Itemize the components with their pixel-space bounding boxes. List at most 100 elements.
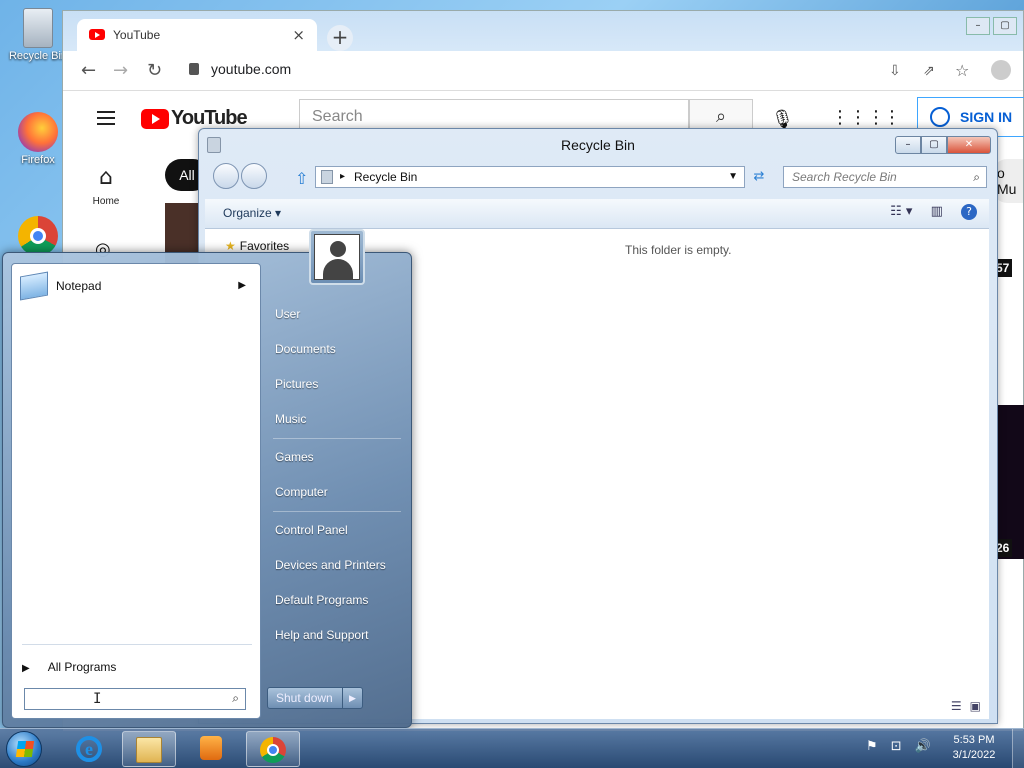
reload-icon[interactable]: ↻ — [147, 60, 162, 81]
chrome-icon — [260, 737, 286, 763]
divider — [273, 511, 401, 512]
all-programs-button[interactable]: ▶ All Programs — [22, 660, 116, 674]
clock[interactable]: 5:53 PM 3/1/2022 — [944, 733, 1004, 763]
preview-pane-icon[interactable]: ▥ — [931, 204, 943, 219]
recycle-bin-icon — [23, 8, 53, 48]
start-link-documents[interactable]: Documents — [275, 342, 336, 356]
user-avatar[interactable] — [309, 229, 365, 285]
back-icon[interactable]: ← — [81, 60, 96, 81]
taskbar-chrome[interactable] — [246, 731, 300, 767]
desktop-icon-recycle-bin[interactable]: Recycle Bin — [6, 8, 70, 62]
menu-icon[interactable] — [97, 111, 115, 129]
microphone-icon[interactable]: 🎙 — [771, 109, 794, 130]
browser-toolbar: ← → ↻ youtube.com ⇩ ⇗ ☆ — [63, 51, 1023, 91]
start-link-user[interactable]: User — [275, 307, 300, 321]
nav-favorites[interactable]: ★ Favorites — [225, 239, 289, 253]
program-item-notepad[interactable]: Notepad ▶ — [16, 271, 256, 301]
clock-time: 5:53 PM — [953, 734, 995, 746]
large-icons-view-icon[interactable]: ▣ — [970, 699, 981, 713]
action-center-flag-icon[interactable]: ⚑ — [866, 739, 878, 754]
youtube-wordmark: YouTube — [171, 107, 248, 129]
arrow-icon: ▶ — [22, 663, 30, 674]
refresh-icon[interactable]: ⇄ — [749, 167, 769, 187]
recycle-bin-icon — [321, 170, 333, 184]
youtube-favicon-icon — [89, 29, 105, 40]
chrome-icon — [18, 216, 58, 256]
taskbar-explorer[interactable] — [122, 731, 176, 767]
maximize-button[interactable]: ▢ — [921, 136, 947, 154]
apps-grid-icon[interactable]: ⋮⋮⋮ — [831, 107, 885, 128]
folder-icon — [136, 737, 162, 763]
shutdown-button[interactable]: Shut down ▶ — [267, 687, 363, 709]
youtube-logo[interactable]: YouTube — [141, 107, 248, 130]
install-icon[interactable]: ⇩ — [889, 63, 901, 79]
view-toggle: ☰ ▣ — [943, 699, 981, 713]
details-view-icon[interactable]: ☰ — [951, 699, 962, 713]
taskbar-media-player[interactable] — [184, 731, 238, 767]
desktop-icon-firefox[interactable]: Firefox — [6, 112, 70, 166]
taskbar-ie[interactable]: e — [62, 731, 116, 767]
clock-date: 3/1/2022 — [952, 749, 996, 761]
notepad-icon — [20, 271, 48, 301]
tab-youtube[interactable]: YouTube × — [77, 19, 317, 51]
more-options-icon[interactable]: ⋮ — [883, 107, 901, 128]
divider — [273, 438, 401, 439]
breadcrumb-arrow-icon[interactable]: ▸ — [340, 167, 345, 187]
profile-icon[interactable] — [991, 60, 1011, 80]
address-bar[interactable]: youtube.com — [211, 61, 291, 77]
start-link-help-support[interactable]: Help and Support — [275, 628, 368, 642]
show-desktop-button[interactable] — [1012, 729, 1024, 768]
back-button[interactable] — [213, 163, 239, 189]
start-link-pictures[interactable]: Pictures — [275, 377, 318, 391]
network-icon[interactable]: ⊡ — [891, 739, 902, 754]
star-icon: ★ — [225, 239, 236, 253]
help-icon[interactable]: ? — [961, 204, 977, 220]
share-icon[interactable]: ⇗ — [923, 63, 935, 79]
start-search-input[interactable]: I ⌕ — [24, 688, 246, 710]
forward-icon[interactable]: → — [113, 60, 128, 81]
start-link-default-programs[interactable]: Default Programs — [275, 593, 368, 607]
breadcrumb[interactable]: Recycle Bin — [354, 170, 417, 184]
change-view-icon[interactable]: ☷ ▾ — [890, 204, 912, 219]
nav-home[interactable]: ⌂ Home — [79, 165, 133, 207]
shutdown-options-arrow-icon[interactable]: ▶ — [342, 688, 362, 708]
youtube-play-icon — [141, 108, 169, 129]
start-menu: Notepad ▶ ▶ All Programs I ⌕ User Documen… — [2, 229, 412, 728]
minimize-button[interactable]: – — [966, 17, 990, 35]
address-bar[interactable]: ▸ Recycle Bin ▼ — [315, 166, 745, 188]
search-input[interactable]: Search Recycle Bin ⌕ — [783, 166, 987, 188]
search-icon: ⌕ — [973, 170, 980, 184]
submenu-arrow-icon[interactable]: ▶ — [238, 272, 246, 300]
tab-title: YouTube — [113, 28, 161, 42]
start-link-computer[interactable]: Computer — [275, 485, 328, 499]
up-arrow-icon[interactable]: ⇧ — [295, 169, 308, 188]
system-tray: ⚑ ⊡ 🔊 — [866, 739, 940, 754]
taskbar: e ⚑ ⊡ 🔊 5:53 PM 3/1/2022 — [0, 728, 1024, 768]
forward-button[interactable] — [241, 163, 267, 189]
maximize-button[interactable]: ▢ — [993, 17, 1017, 35]
volume-icon[interactable]: 🔊 — [915, 739, 931, 754]
media-player-icon — [200, 736, 222, 760]
lock-icon — [189, 63, 199, 75]
chevron-down-icon[interactable]: ▼ — [728, 167, 738, 187]
start-link-devices-printers[interactable]: Devices and Printers — [275, 558, 386, 572]
search-icon: ⌕ — [232, 691, 239, 705]
command-bar: Organize ▾ ☷ ▾ ▥ ? — [205, 199, 989, 229]
start-button[interactable] — [6, 731, 42, 767]
home-icon: ⌂ — [99, 165, 113, 190]
text-cursor: I — [93, 691, 102, 707]
programs-pane: Notepad ▶ ▶ All Programs I ⌕ — [11, 263, 261, 719]
desktop-icon-label: Firefox — [21, 154, 55, 166]
bookmark-star-icon[interactable]: ☆ — [955, 61, 969, 80]
new-tab-button[interactable]: + — [327, 25, 353, 51]
start-link-games[interactable]: Games — [275, 450, 314, 464]
tab-strip: YouTube × + – ▢ — [63, 11, 1023, 51]
tab-close-icon[interactable]: × — [292, 26, 305, 44]
minimize-button[interactable]: – — [895, 136, 921, 154]
start-link-control-panel[interactable]: Control Panel — [275, 523, 348, 537]
view-controls: ☷ ▾ ▥ ? — [876, 204, 977, 220]
organize-button[interactable]: Organize ▾ — [223, 206, 281, 220]
close-button[interactable]: ✕ — [947, 136, 991, 154]
window-title: Recycle Bin — [561, 137, 635, 153]
start-link-music[interactable]: Music — [275, 412, 306, 426]
